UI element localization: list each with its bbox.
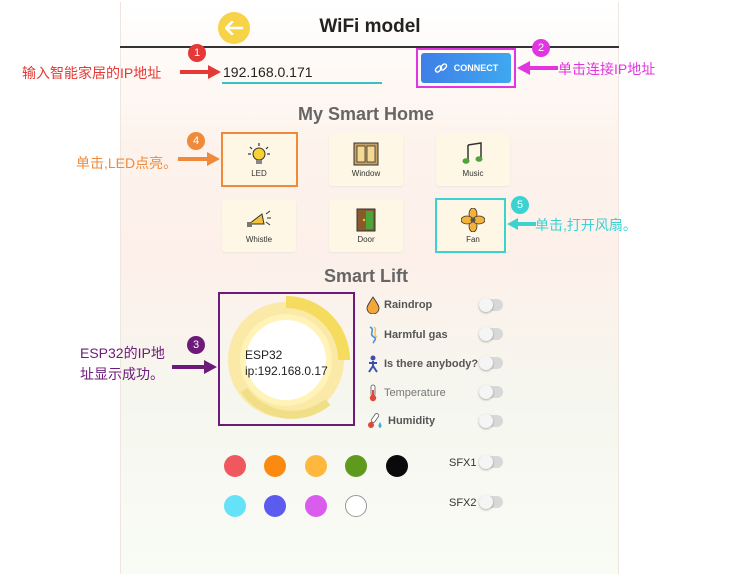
- sensor-label-raindrop: Raindrop: [384, 299, 433, 311]
- lift-display-ring: [228, 296, 350, 419]
- music-label: Music: [462, 169, 484, 178]
- smart-home-title: My Smart Home: [297, 104, 435, 124]
- badge-2: 2: [532, 39, 550, 57]
- whistle-icon: [247, 210, 271, 227]
- sensor-humidity: Humidity: [366, 412, 435, 430]
- sfx2-label: SFX2: [449, 497, 477, 509]
- sensor-label-temperature: Temperature: [384, 387, 446, 399]
- page-title: WiFi model: [319, 16, 421, 37]
- annotation-1-arrow: [180, 65, 221, 79]
- door-label: Door: [357, 235, 375, 244]
- color-swatch-green[interactable]: [345, 455, 367, 477]
- badge-3: 3: [187, 336, 205, 354]
- humidity-icon: [368, 413, 382, 428]
- color-swatch-blue[interactable]: [264, 495, 286, 517]
- connect-label: CONNECT: [453, 63, 499, 73]
- fan-highlight-frame: [435, 198, 506, 253]
- ip-input-underline: [222, 82, 382, 84]
- app-screen: [120, 2, 619, 574]
- badge-1: 1: [188, 44, 206, 62]
- sensor-label-gas: Harmful gas: [384, 329, 448, 341]
- door-button[interactable]: Door: [329, 200, 403, 252]
- color-swatch-black[interactable]: [386, 455, 408, 477]
- annotation-1: 输入智能家居的IP地址: [22, 65, 162, 81]
- sfx2-toggle[interactable]: [479, 495, 503, 509]
- window-icon: [353, 142, 379, 166]
- window-label: Window: [351, 169, 381, 178]
- whistle-label: Whistle: [245, 235, 273, 244]
- annotation-4-arrow: [178, 152, 220, 166]
- annotation-2-arrow: [517, 61, 558, 75]
- connect-button[interactable]: CONNECT: [421, 53, 511, 83]
- sensor-label-humidity: Humidity: [388, 415, 436, 427]
- sfx1-label: SFX1: [449, 457, 477, 469]
- person-toggle[interactable]: [479, 356, 503, 370]
- sensor-label-person: Is there anybody?: [384, 358, 479, 370]
- color-swatch-red[interactable]: [224, 455, 246, 477]
- sensor-temperature: Temperature: [366, 384, 446, 402]
- annotation-3-line1: ESP32的IP地: [80, 345, 165, 361]
- raindrop-toggle[interactable]: [479, 298, 503, 312]
- color-swatch-orange[interactable]: [264, 455, 286, 477]
- humidity-toggle[interactable]: [479, 414, 503, 428]
- whistle-button[interactable]: Whistle: [222, 200, 296, 252]
- raindrop-icon: [366, 296, 380, 314]
- sensor-gas: Harmful gas: [366, 326, 448, 344]
- color-swatch-purple[interactable]: [305, 495, 327, 517]
- badge-4: 4: [187, 132, 205, 150]
- sensor-person: Is there anybody?: [366, 355, 478, 373]
- gas-icon: [369, 326, 378, 344]
- led-highlight-frame: [221, 132, 298, 187]
- connect-highlight-frame: CONNECT: [416, 48, 516, 88]
- smart-lift-title: Smart Lift: [323, 266, 408, 286]
- lift-display-line2: ip:192.168.0.17: [245, 364, 328, 378]
- badge-5: 5: [511, 196, 529, 214]
- color-swatch-cyan[interactable]: [224, 495, 246, 517]
- music-note-icon: [462, 142, 483, 164]
- lift-display-line1: ESP32: [245, 348, 283, 362]
- annotation-3-arrow: [172, 360, 217, 374]
- music-button[interactable]: Music: [436, 134, 510, 186]
- sfx1-toggle[interactable]: [479, 455, 503, 469]
- annotation-5-arrow: [507, 218, 536, 230]
- person-icon: [368, 355, 378, 373]
- color-swatch-yellow[interactable]: [305, 455, 327, 477]
- link-icon: [434, 63, 448, 73]
- door-icon: [356, 208, 376, 232]
- back-button[interactable]: [218, 12, 250, 44]
- back-arrow-icon: [225, 21, 243, 35]
- window-button[interactable]: Window: [329, 134, 403, 186]
- color-swatch-white[interactable]: [345, 495, 367, 517]
- ip-address-input[interactable]: 192.168.0.171: [223, 64, 313, 80]
- annotation-4: 单击,LED点亮。: [76, 155, 178, 171]
- thermometer-icon: [369, 384, 377, 402]
- sensor-raindrop: Raindrop: [366, 296, 432, 314]
- annotation-3-line2: 址显示成功。: [80, 366, 164, 382]
- annotation-5: 单击,打开风扇。: [535, 217, 637, 233]
- annotation-2: 单击连接IP地址: [558, 61, 656, 77]
- temperature-toggle[interactable]: [479, 385, 503, 399]
- gas-toggle[interactable]: [479, 327, 503, 341]
